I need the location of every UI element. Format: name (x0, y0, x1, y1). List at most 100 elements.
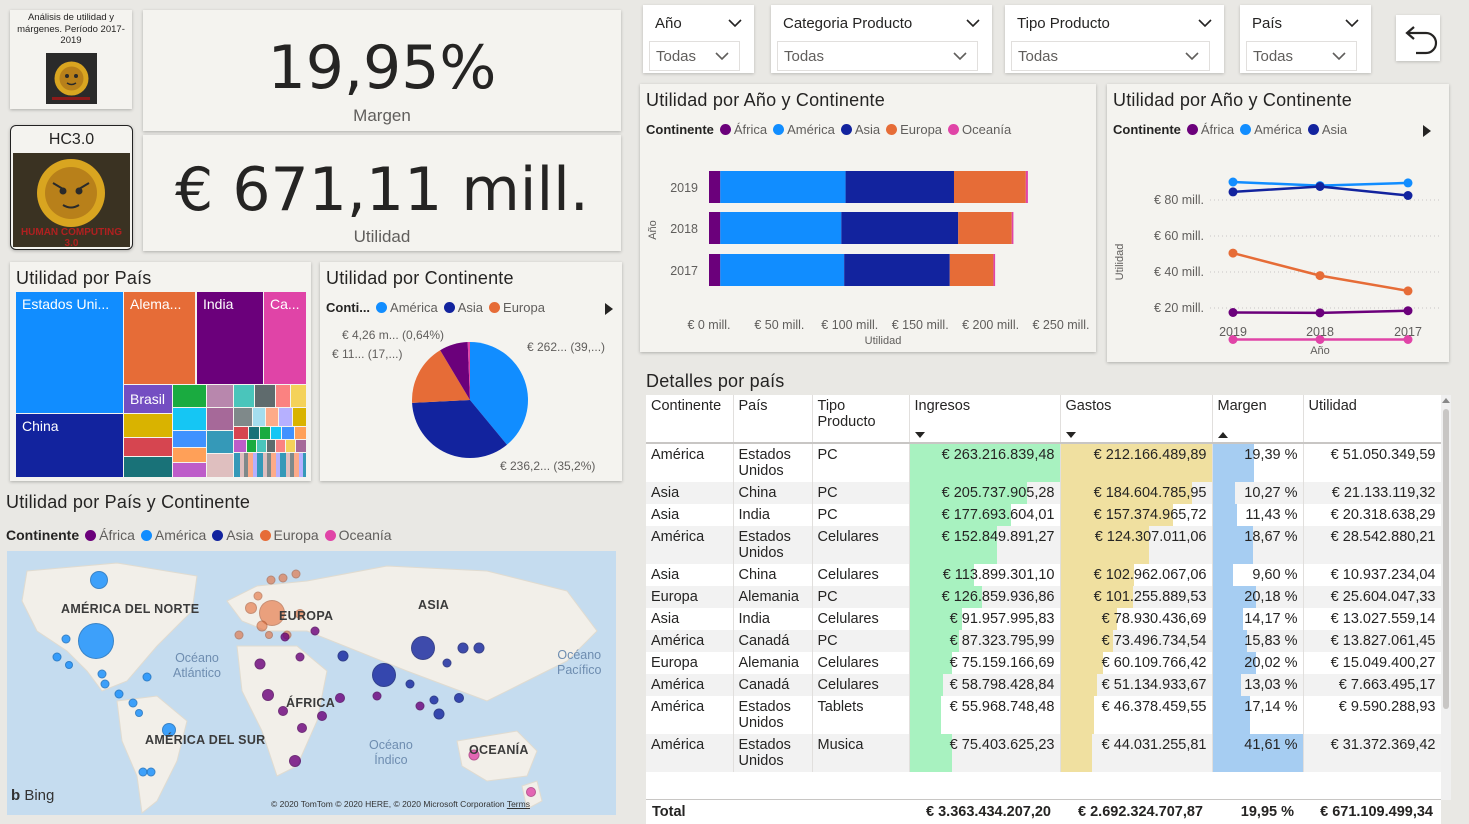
chevron-down-icon[interactable] (1198, 16, 1212, 30)
map-bubble-europa[interactable] (265, 631, 273, 639)
table-row[interactable]: América Canadá Celulares € 58.798.428,84 € 5… (646, 674, 1441, 696)
map-bubble-america[interactable] (65, 661, 73, 669)
table-row[interactable]: América Estados Unidos Musica € 75.403.625,2… (646, 734, 1441, 772)
map-bubble-america[interactable] (100, 679, 110, 689)
map-bubble-asia[interactable] (454, 693, 464, 703)
header-continente[interactable]: Continente (646, 395, 734, 443)
treemap-tile[interactable] (247, 440, 256, 452)
bar-segment-américa[interactable] (720, 212, 842, 244)
treemap-tile[interactable] (234, 453, 306, 477)
map-bubble-asia[interactable] (337, 650, 349, 662)
line-point[interactable] (1403, 191, 1413, 200)
treemap-tile-china[interactable]: China (16, 414, 123, 477)
slicer-country[interactable]: País Todas (1240, 5, 1371, 73)
map-bubble-africa[interactable] (289, 755, 301, 767)
treemap-tile[interactable] (271, 427, 281, 439)
table-row[interactable]: Asia India PC € 177.693.604,01 € 157.374.965… (646, 504, 1441, 526)
map-bubble-america[interactable] (114, 689, 124, 699)
treemap-tile[interactable] (293, 408, 306, 426)
header-pais[interactable]: País (733, 395, 813, 443)
treemap-tile[interactable] (173, 431, 206, 447)
legend-item-asia[interactable]: Asia (1307, 122, 1347, 137)
map-bubble-asia[interactable] (473, 642, 485, 654)
treemap-tile[interactable] (291, 385, 306, 407)
map-bubble-oceania[interactable] (526, 787, 536, 797)
bar-segment-europa[interactable] (949, 254, 994, 286)
header-tipo-producto[interactable]: Tipo Producto (812, 395, 910, 443)
treemap-tile[interactable] (276, 440, 285, 452)
map-bubble-america[interactable] (90, 571, 108, 589)
map-bubble-africa[interactable] (317, 711, 327, 721)
map-bubble-asia[interactable] (372, 663, 396, 687)
map-bubble-america[interactable] (52, 652, 62, 662)
line-point[interactable] (1315, 308, 1325, 318)
map-bubble-europa[interactable] (266, 575, 276, 585)
line-point[interactable] (1403, 178, 1413, 188)
table-scrollbar[interactable] (1441, 395, 1451, 800)
legend-item-europa[interactable]: Europa (886, 122, 942, 137)
map-bubble-africa[interactable] (280, 632, 290, 642)
legend-item-oceania[interactable]: Oceanía (324, 527, 392, 543)
legend-item-asia[interactable]: Asia (443, 300, 483, 315)
map-bubble-america[interactable] (78, 623, 114, 659)
line-point[interactable] (1228, 187, 1238, 197)
bar-segment-áfrica[interactable] (709, 171, 721, 203)
map-bubble-america[interactable] (135, 709, 143, 717)
header-gastos[interactable]: Gastos (1060, 395, 1213, 443)
slicer-product-type-dropdown[interactable]: Todas (1011, 41, 1210, 71)
stacked-bar-chart[interactable]: 2019 2018 2017 € 0 mill. € 50 mill. € 100 mil… (640, 154, 1096, 352)
table-row[interactable]: América Estados Unidos Celulares € 152.849.8… (646, 526, 1441, 564)
legend-item-america[interactable]: América (773, 122, 835, 137)
bar-segment-américa[interactable] (720, 254, 845, 286)
treemap-tile[interactable] (173, 448, 206, 462)
table-row[interactable]: América Estados Unidos Tablets € 55.968.748,… (646, 696, 1441, 734)
legend-item-america[interactable]: América (376, 300, 438, 315)
bar-segment-oceanía[interactable] (993, 254, 996, 286)
legend-item-asia[interactable]: Asia (840, 122, 880, 137)
table-row[interactable]: Europa Alemania Celulares € 75.159.166,69 € … (646, 652, 1441, 674)
bar-segment-oceanía[interactable] (1025, 171, 1028, 203)
treemap-tile[interactable] (279, 408, 292, 426)
map-bubble-africa[interactable] (310, 626, 320, 636)
bar-segment-áfrica[interactable] (709, 212, 721, 244)
treemap-tile[interactable] (124, 457, 172, 477)
slicer-category[interactable]: Categoria Producto Todas (771, 5, 992, 73)
treemap-tile[interactable] (295, 427, 306, 439)
map-bubble-europa[interactable] (245, 602, 257, 614)
line-point[interactable] (1228, 177, 1238, 187)
header-utilidad[interactable]: Utilidad (1303, 395, 1441, 443)
map-bubble-africa[interactable] (415, 701, 425, 711)
line-point[interactable] (1228, 248, 1238, 258)
table-row[interactable]: Asia China PC € 205.737.905,28 € 184.604.785… (646, 482, 1441, 504)
header-margen[interactable]: Margen (1212, 395, 1304, 443)
map-bubble-europa[interactable] (278, 573, 288, 583)
table-row[interactable]: América Canadá PC € 87.323.795,99 € 73.496.7… (646, 630, 1441, 652)
map-bubble-europa[interactable] (253, 591, 263, 601)
map-bubble-america[interactable] (97, 669, 107, 679)
map-bubble-america[interactable] (142, 672, 152, 682)
line-point[interactable] (1315, 271, 1325, 281)
table-row[interactable]: América Estados Unidos PC € 263.216.839,48 € … (646, 443, 1441, 482)
slicer-category-dropdown[interactable]: Todas (777, 41, 978, 71)
treemap-tile[interactable] (234, 440, 246, 452)
treemap-tile[interactable] (234, 385, 254, 407)
chevron-down-icon[interactable] (728, 16, 742, 30)
legend-item-africa[interactable]: África (719, 122, 767, 137)
treemap-tile[interactable] (296, 440, 306, 452)
map-bubble-africa[interactable] (372, 691, 382, 701)
treemap-tile[interactable] (267, 440, 275, 452)
line-point[interactable] (1315, 182, 1325, 191)
map-bubble-asia[interactable] (457, 642, 469, 654)
slicer-year-dropdown[interactable]: Todas (649, 41, 740, 71)
treemap-tile[interactable] (234, 408, 252, 426)
treemap[interactable]: Estados Uni... China Alema... India Ca..… (16, 292, 306, 477)
map-bubble-asia[interactable] (411, 636, 435, 660)
back-button[interactable] (1396, 15, 1440, 61)
legend-item-africa[interactable]: África (85, 527, 135, 543)
chevron-down-icon[interactable] (1345, 16, 1359, 30)
treemap-tile[interactable] (260, 427, 270, 439)
legend-item-africa[interactable]: África (1186, 122, 1234, 137)
bar-segment-oceanía[interactable] (1011, 212, 1014, 244)
table-row[interactable]: Asia China Celulares € 113.899.301,10 € 102.… (646, 564, 1441, 586)
legend-item-america[interactable]: América (140, 527, 206, 543)
